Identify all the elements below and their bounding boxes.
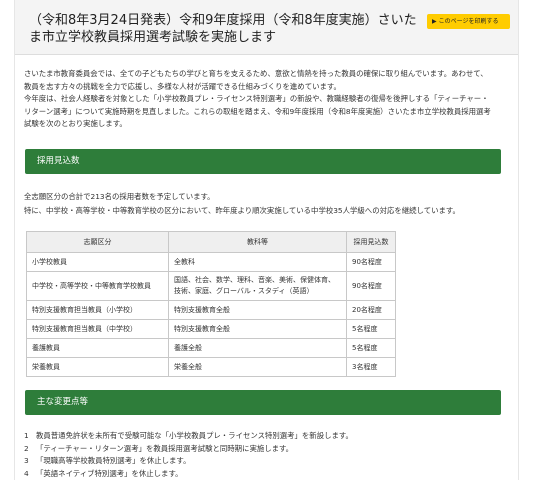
table-row: 栄養教員 栄養全般 3名程度 [26,357,396,377]
table-cell-count: 90名程度 [346,271,396,301]
intro-paragraph-1: さいたま市教育委員会では、全ての子どもたちの学びと育ちを支えるため、意欲と情熱を… [24,69,488,91]
section-heading-hiring: 採用見込数 [25,149,501,174]
table-row: 小学校教員 全教科 90名程度 [26,252,396,272]
hiring-summary: 全志願区分の合計で213名の採用者数を予定しています。 特に、中学校・高等学校・… [24,190,494,218]
intro-paragraph-2: 今年度は、社会人経験者を対象とした「小学校教員プレ・ライセンス特別選考」の新設や… [24,94,491,128]
list-item-number: 3 [24,456,29,465]
list-item: 2 「ティーチャー・リターン選考」を教員採用選考試験と同時期に実施します。 [24,443,494,456]
table-cell-category: 特別支援教育担当教員（中学校） [26,319,169,339]
list-item-text: 「ティーチャー・リターン選考」を教員採用選考試験と同時期に実施します。 [36,443,294,453]
table-cell-category: 栄養教員 [26,357,169,377]
table-cell-category: 特別支援教育担当教員（小学校） [26,300,169,320]
table-cell-subjects: 特別支援教育全般 [168,300,347,320]
list-item-number: 4 [24,468,29,478]
table-cell-subjects: 養護全般 [168,338,347,358]
hiring-summary-line-2: 特に、中学校・高等学校・中等教育学校の区分において、昨年度より順次実施している中… [24,206,460,215]
print-page-button[interactable]: ▶ このページを印刷する [427,14,510,29]
table-cell-category: 中学校・高等学校・中等教育学校教員 [26,271,169,301]
changes-list: 1 教員普通免許状を未所有で受験可能な「小学校教員プレ・ライセンス特別選考」を新設… [24,430,494,480]
table-cell-count: 3名程度 [346,357,396,377]
hiring-table: 志願区分 教科等 採用見込数 小学校教員 全教科 90名程度 中学校・高等学校・… [26,231,396,377]
table-cell-count: 90名程度 [346,252,396,272]
page-title: （令和8年3月24日発表）令和9年度採用（令和8年度実施）さいたま市立学校教員採… [29,13,417,45]
list-item-text: 「現職高等学校教員特別選考」を休止します。 [36,456,191,465]
column-header-category: 志願区分 [26,231,169,253]
table-cell-count: 20名程度 [346,300,396,320]
list-item-number: 1 [24,431,29,440]
table-cell-count: 5名程度 [346,338,396,358]
list-item: 4 「英語ネイティブ特別選考」を休止します。 [24,468,494,480]
table-header-row: 志願区分 教科等 採用見込数 [26,231,396,253]
table-cell-subjects: 特別支援教育全般 [168,319,347,339]
title-bar: （令和8年3月24日発表）令和9年度採用（令和8年度実施）さいたま市立学校教員採… [15,0,518,55]
table-row: 特別支援教育担当教員（小学校） 特別支援教育全般 20名程度 [26,300,396,320]
list-item-number: 2 [24,443,29,453]
section-heading-changes: 主な変更点等 [25,390,501,415]
table-cell-subjects: 国語、社会、数学、理科、音楽、美術、保健体育、技術、家庭、グローバル・スタディ（… [168,271,347,301]
intro-text: さいたま市教育委員会では、全ての子どもたちの学びと育ちを支えるため、意欲と情熱を… [24,68,494,131]
list-item-text: 教員普通免許状を未所有で受験可能な「小学校教員プレ・ライセンス特別選考」を新設し… [36,431,353,440]
table-cell-count: 5名程度 [346,319,396,339]
list-item-text: 「英語ネイティブ特別選考」を休止します。 [36,468,183,478]
table-cell-subjects: 栄養全般 [168,357,347,377]
hiring-summary-line-1: 全志願区分の合計で213名の採用者数を予定しています。 [24,192,215,201]
table-row: 養護教員 養護全般 5名程度 [26,338,396,358]
table-cell-category: 小学校教員 [26,252,169,272]
column-header-subjects: 教科等 [168,231,347,253]
arrow-right-icon: ▶ [432,18,437,25]
column-header-count: 採用見込数 [346,231,396,253]
list-item: 1 教員普通免許状を未所有で受験可能な「小学校教員プレ・ライセンス特別選考」を新設… [24,430,494,443]
print-page-label: このページを印刷する [438,18,499,25]
table-cell-category: 養護教員 [26,338,169,358]
table-row: 中学校・高等学校・中等教育学校教員 国語、社会、数学、理科、音楽、美術、保健体育… [26,271,396,301]
table-row: 特別支援教育担当教員（中学校） 特別支援教育全般 5名程度 [26,319,396,339]
table-cell-subjects: 全教科 [168,252,347,272]
list-item: 3 「現職高等学校教員特別選考」を休止します。 [24,455,494,468]
